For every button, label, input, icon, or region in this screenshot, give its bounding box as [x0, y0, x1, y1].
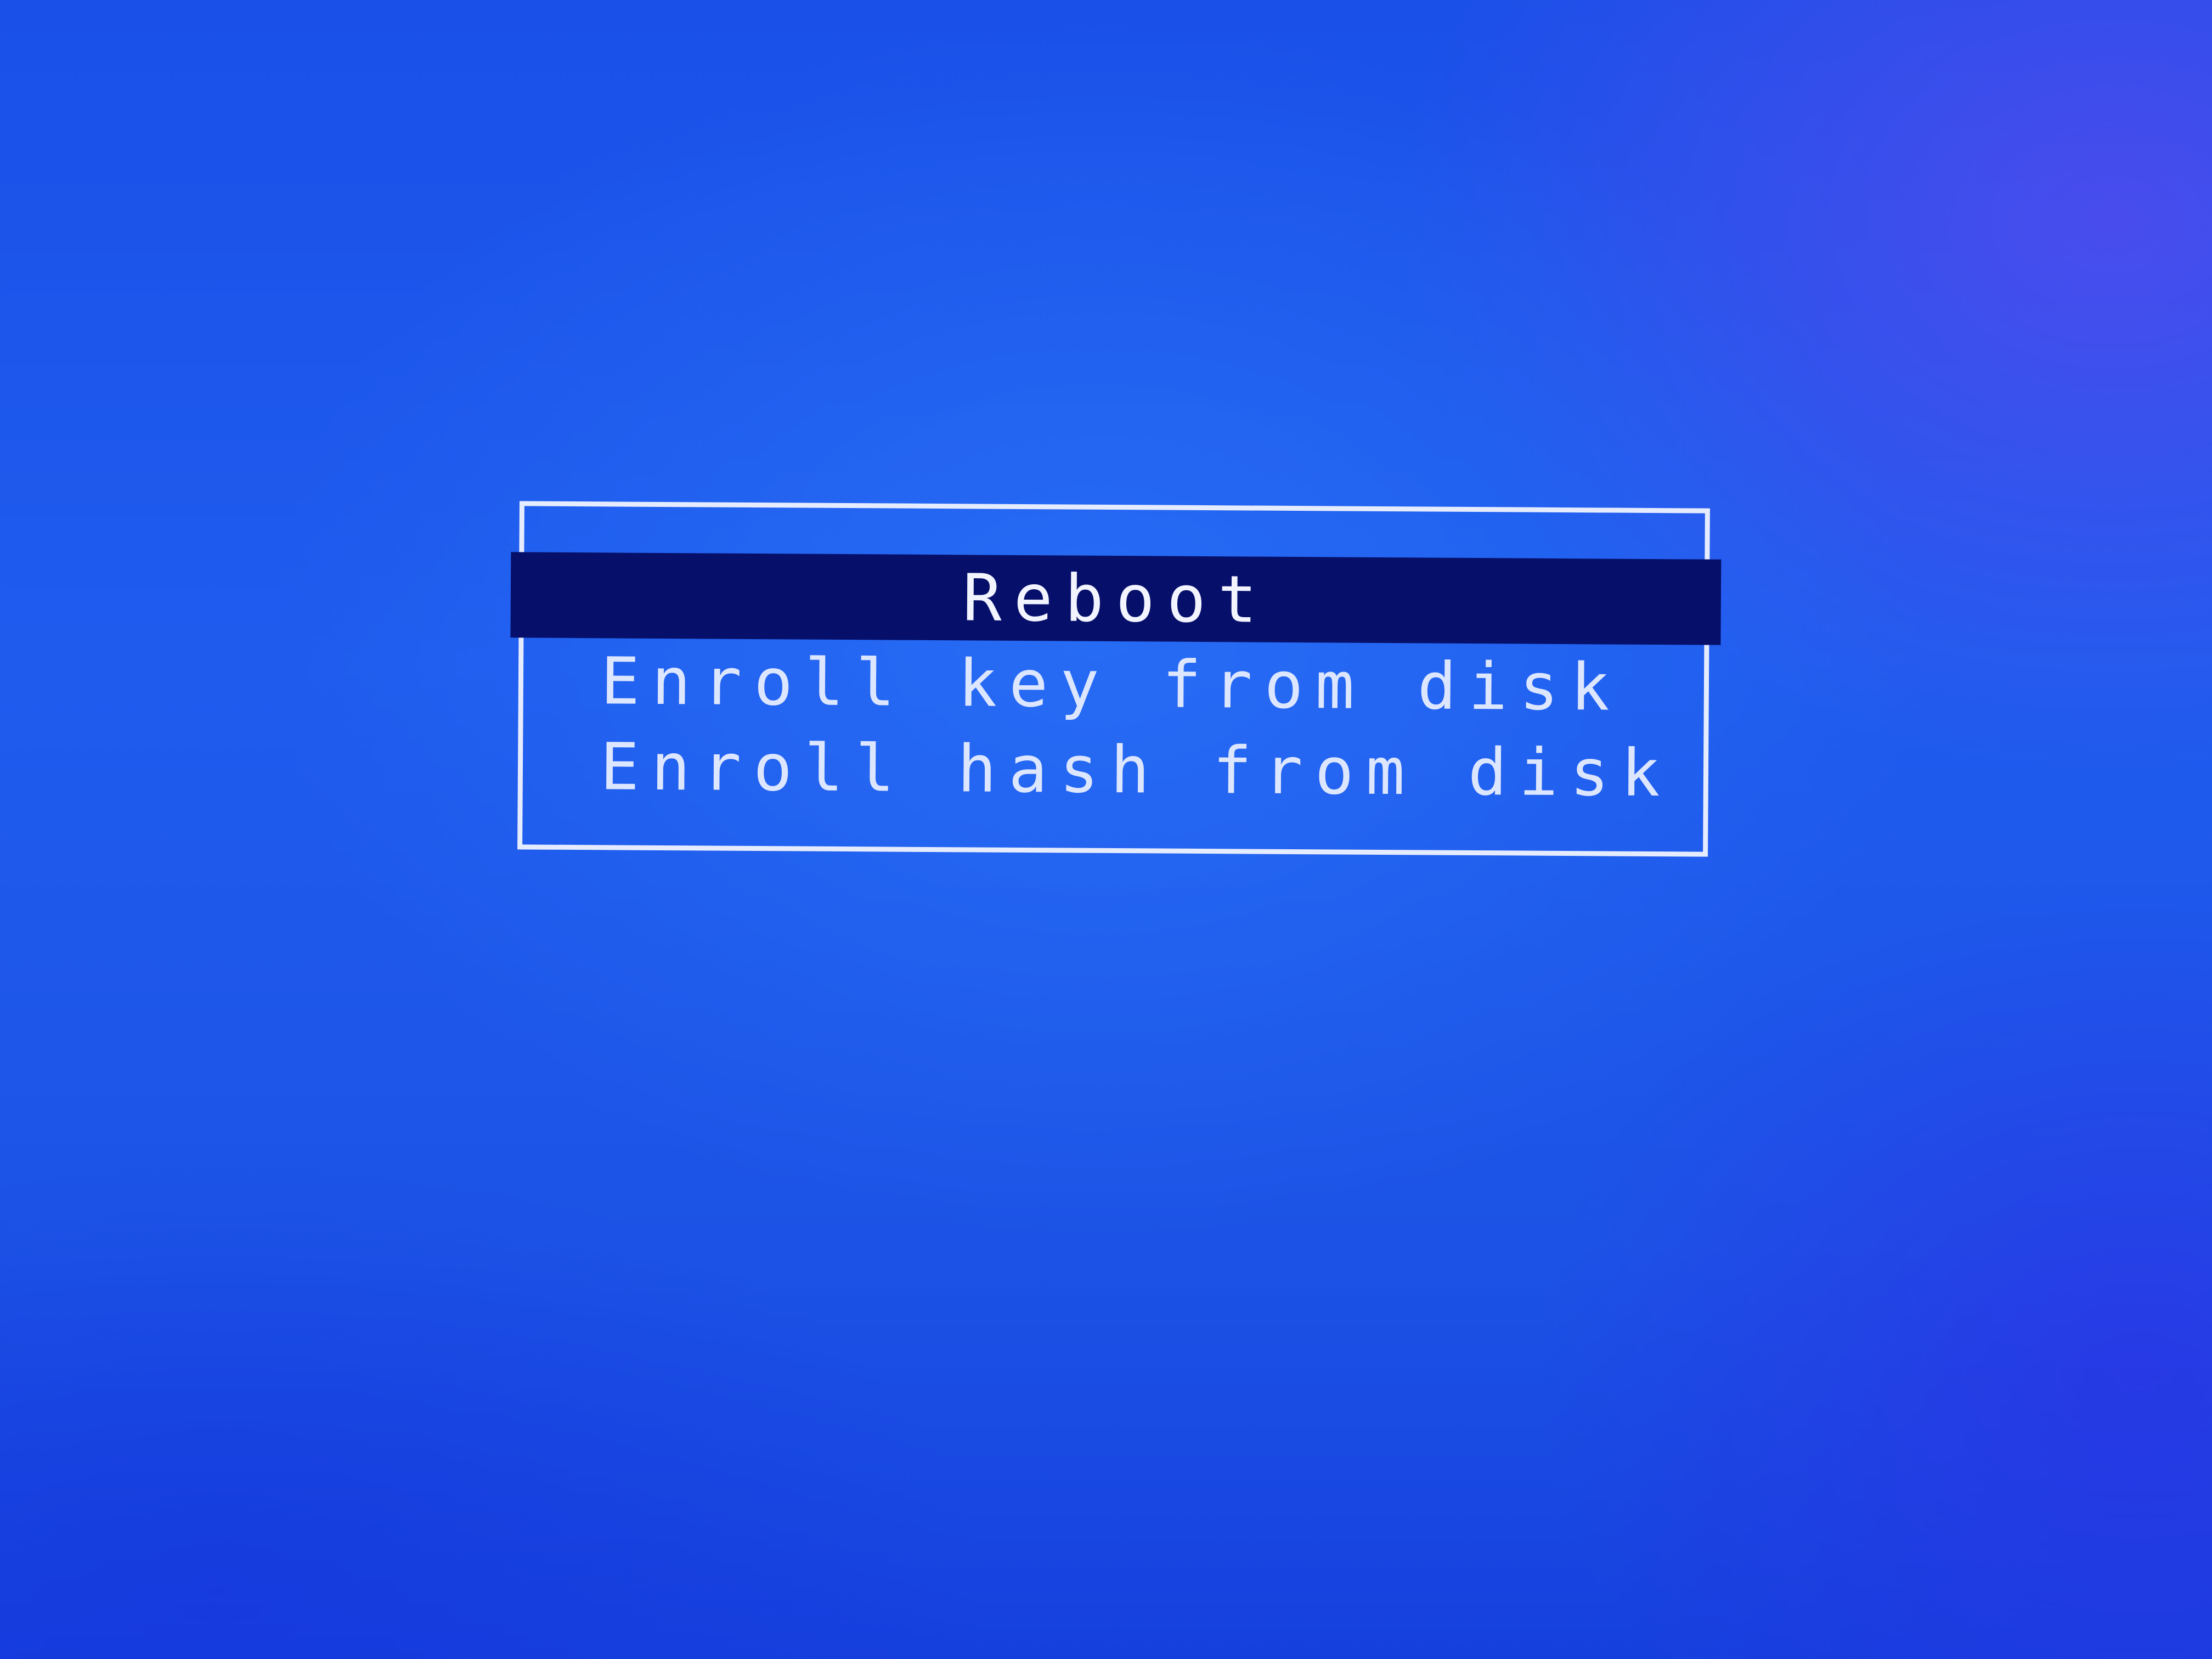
boot-menu: Reboot Enroll key from disk Enroll hash …: [510, 501, 1722, 857]
menu-item-enroll-key[interactable]: Enroll key from disk: [510, 637, 1720, 730]
menu-item-enroll-hash[interactable]: Enroll hash from disk: [510, 723, 1720, 816]
menu-item-reboot[interactable]: Reboot: [510, 552, 1722, 645]
menu-list: Reboot Enroll key from disk Enroll hash …: [510, 552, 1722, 816]
boot-screen: Reboot Enroll key from disk Enroll hash …: [0, 0, 2212, 1659]
